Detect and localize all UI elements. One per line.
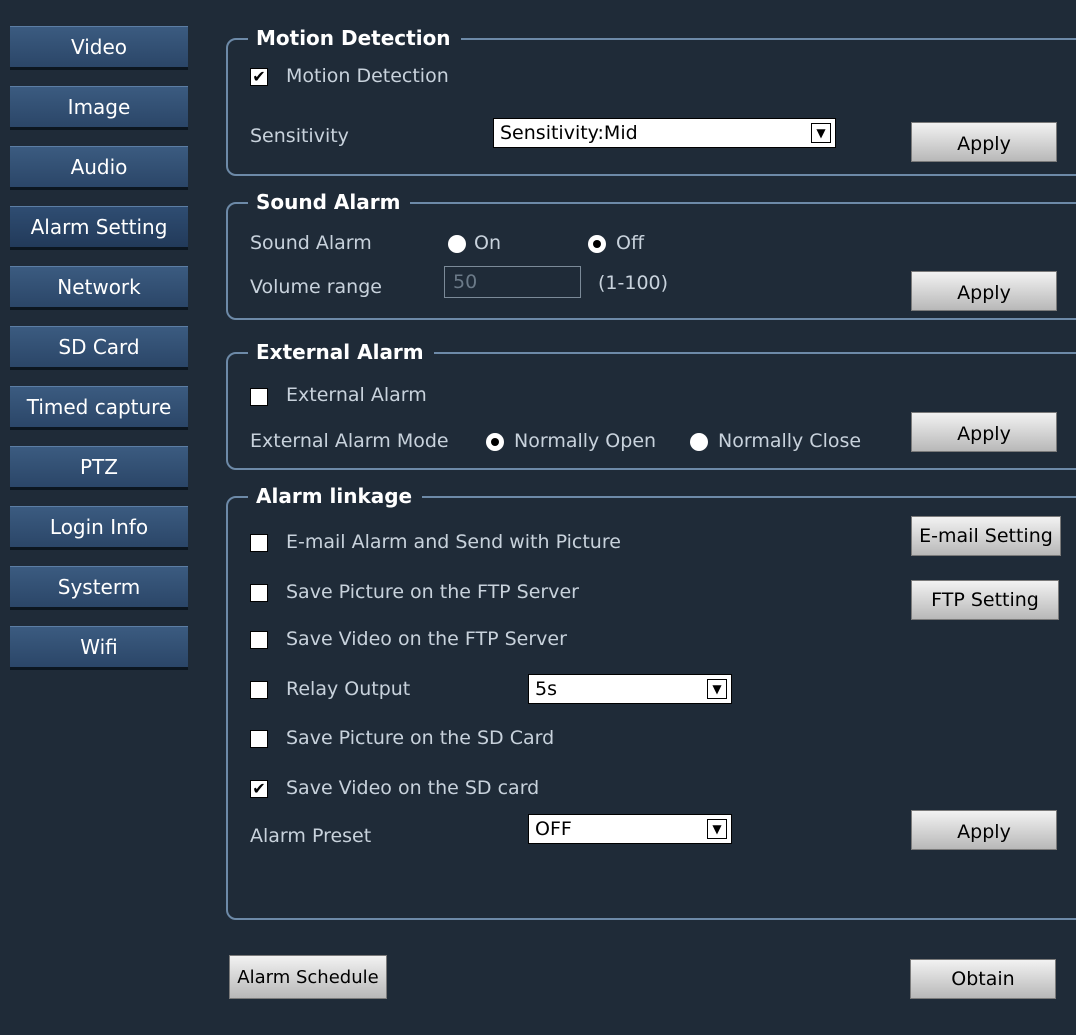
alarm-linkage-group: Alarm linkage E-mail Alarm and Send with… — [226, 484, 1076, 920]
ftp-setting-button[interactable]: FTP Setting — [911, 580, 1059, 620]
sound-alarm-group: Sound Alarm Sound Alarm On Off Volume ra… — [226, 190, 1076, 320]
ftp-picture-checkbox[interactable] — [250, 584, 268, 602]
sound-apply-button[interactable]: Apply — [911, 271, 1057, 311]
sd-picture-label: Save Picture on the SD Card — [286, 727, 555, 749]
sidebar-item-sd-card[interactable]: SD Card — [10, 326, 188, 370]
relay-output-value: 5s — [535, 678, 557, 700]
linkage-apply-button[interactable]: Apply — [911, 810, 1057, 850]
sidebar-item-system[interactable]: Systerm — [10, 566, 188, 610]
alarm-preset-select[interactable]: OFF ▼ — [528, 814, 732, 844]
motion-detection-title: Motion Detection — [248, 26, 461, 50]
email-alarm-label: E-mail Alarm and Send with Picture — [286, 531, 621, 553]
alarm-preset-label: Alarm Preset — [250, 825, 372, 847]
sidebar-item-alarm-setting[interactable]: Alarm Setting — [10, 206, 188, 250]
sidebar-item-ptz[interactable]: PTZ — [10, 446, 188, 490]
relay-output-checkbox[interactable] — [250, 681, 268, 699]
alarm-preset-value: OFF — [535, 818, 572, 840]
sd-picture-checkbox[interactable] — [250, 730, 268, 748]
sidebar-item-timed-capture[interactable]: Timed capture — [10, 386, 188, 430]
volume-range-label: Volume range — [250, 276, 382, 298]
ftp-video-checkbox[interactable] — [250, 631, 268, 649]
external-alarm-group: External Alarm External Alarm External A… — [226, 340, 1076, 470]
sidebar-item-login-info[interactable]: Login Info — [10, 506, 188, 550]
email-setting-button[interactable]: E-mail Setting — [911, 516, 1061, 556]
external-alarm-checkbox[interactable] — [250, 388, 268, 406]
external-apply-button[interactable]: Apply — [911, 412, 1057, 452]
relay-output-select[interactable]: 5s ▼ — [528, 674, 732, 704]
sound-on-label: On — [474, 232, 501, 254]
motion-detection-group: Motion Detection ✔ Motion Detection Sens… — [226, 26, 1076, 176]
external-alarm-label: External Alarm — [286, 384, 427, 406]
motion-detection-checkbox[interactable]: ✔ — [250, 68, 268, 86]
sidebar-item-video[interactable]: Video — [10, 26, 188, 70]
normally-open-radio[interactable] — [486, 433, 504, 451]
ftp-video-label: Save Video on the FTP Server — [286, 628, 567, 650]
normally-close-radio[interactable] — [690, 433, 708, 451]
alarm-linkage-title: Alarm linkage — [248, 484, 423, 508]
dropdown-arrow-icon: ▼ — [811, 123, 831, 143]
dropdown-arrow-icon: ▼ — [707, 819, 727, 839]
dropdown-arrow-icon: ▼ — [707, 679, 727, 699]
sd-video-label: Save Video on the SD card — [286, 777, 540, 799]
relay-output-label: Relay Output — [286, 678, 411, 700]
motion-detection-label: Motion Detection — [286, 65, 449, 87]
sidebar-item-audio[interactable]: Audio — [10, 146, 188, 190]
normally-open-label: Normally Open — [514, 430, 657, 452]
alarm-schedule-button[interactable]: Alarm Schedule — [229, 955, 387, 999]
sound-off-label: Off — [616, 232, 645, 254]
sidebar-item-wifi[interactable]: Wifi — [10, 626, 188, 670]
sidebar-item-image[interactable]: Image — [10, 86, 188, 130]
sensitivity-value: Sensitivity:Mid — [500, 122, 638, 144]
external-alarm-title: External Alarm — [248, 340, 434, 364]
obtain-button[interactable]: Obtain — [910, 959, 1056, 999]
sidebar-item-network[interactable]: Network — [10, 266, 188, 310]
sound-off-radio[interactable] — [588, 235, 606, 253]
motion-apply-button[interactable]: Apply — [911, 122, 1057, 162]
external-alarm-mode-label: External Alarm Mode — [250, 430, 449, 452]
sound-on-radio[interactable] — [448, 235, 466, 253]
email-alarm-checkbox[interactable] — [250, 534, 268, 552]
sensitivity-select[interactable]: Sensitivity:Mid ▼ — [493, 118, 836, 148]
ftp-picture-label: Save Picture on the FTP Server — [286, 581, 579, 603]
sound-alarm-title: Sound Alarm — [248, 190, 411, 214]
sound-alarm-label: Sound Alarm — [250, 232, 372, 254]
volume-input[interactable]: 50 — [444, 266, 581, 298]
normally-close-label: Normally Close — [718, 430, 862, 452]
sensitivity-label: Sensitivity — [250, 125, 349, 147]
volume-range-hint: (1-100) — [598, 272, 669, 294]
sd-video-checkbox[interactable]: ✔ — [250, 780, 268, 798]
